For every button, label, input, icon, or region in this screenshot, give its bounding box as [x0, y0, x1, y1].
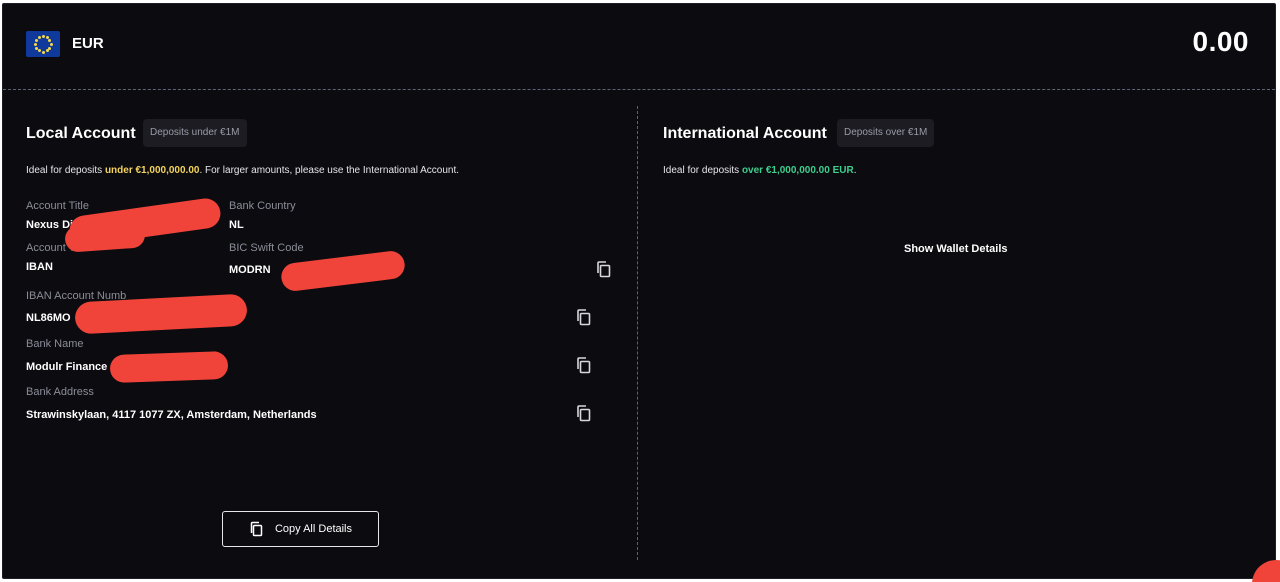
bic-swift-label: BIC Swift Code: [229, 242, 304, 254]
account-type-value: IBAN: [26, 261, 53, 273]
redaction-mark: [109, 350, 229, 384]
local-account-badge: Deposits under €1M: [143, 119, 247, 147]
balance-amount: 0.00: [1192, 26, 1249, 57]
eu-flag-icon: [26, 31, 60, 57]
copy-all-details-button[interactable]: Copy All Details: [222, 511, 379, 547]
desc-suffix: . For larger amounts, please use the Int…: [199, 165, 460, 176]
flag-star: [48, 38, 52, 42]
desc-prefix: Ideal for deposits: [663, 165, 742, 176]
bank-address-value: Strawinskylaan, 4117 1077 ZX, Amsterdam,…: [26, 409, 317, 421]
flag-star: [41, 34, 45, 38]
column-divider: [637, 106, 638, 560]
redaction-mark: [64, 221, 146, 253]
copy-iban-icon[interactable]: [575, 308, 593, 326]
bank-country-label: Bank Country: [229, 200, 296, 212]
currency-code: EUR: [72, 35, 104, 52]
bank-address-label: Bank Address: [26, 386, 94, 398]
desc-prefix: Ideal for deposits: [26, 165, 105, 176]
account-title-value: Nexus Di: [26, 219, 74, 231]
flag-star: [48, 46, 52, 50]
copy-icon: [250, 521, 263, 537]
international-account-title: International Account: [663, 125, 827, 142]
copy-bank-address-icon[interactable]: [575, 404, 593, 422]
copy-bank-name-icon[interactable]: [575, 356, 593, 374]
iban-value: NL86MO: [26, 312, 71, 324]
local-account-title: Local Account: [26, 125, 136, 142]
flag-star: [45, 49, 49, 53]
bank-country-value: NL: [229, 219, 244, 231]
international-account-badge: Deposits over €1M: [837, 119, 935, 147]
desc-highlight: over €1,000,000.00 EUR: [741, 165, 854, 176]
bank-name-value: Modulr Finance: [26, 361, 108, 373]
header-divider: [3, 89, 1275, 90]
international-account-description: Ideal for deposits over €1,000,000.00 EU…: [663, 165, 856, 176]
eur-account-panel: EUR 0.00 Local Account Deposits under €1…: [2, 3, 1276, 579]
show-wallet-details-link[interactable]: Show Wallet Details: [904, 243, 1008, 255]
flag-star: [41, 50, 45, 54]
flag-star: [34, 46, 38, 50]
flag-star: [37, 49, 41, 53]
bank-name-label: Bank Name: [26, 338, 84, 350]
desc-highlight: under €1,000,000.00: [104, 165, 200, 176]
bic-swift-value: MODRN: [229, 264, 271, 276]
account-title-label: Account Title: [26, 200, 89, 212]
desc-suffix: .: [853, 165, 857, 176]
flag-star: [37, 35, 41, 39]
copy-bic-icon[interactable]: [595, 260, 613, 278]
copy-all-label: Copy All Details: [274, 523, 353, 535]
local-account-description: Ideal for deposits under €1,000,000.00. …: [26, 165, 459, 176]
flag-star: [49, 42, 53, 46]
flag-star: [34, 38, 38, 42]
flag-star: [33, 42, 37, 46]
redaction-mark: [279, 249, 407, 293]
